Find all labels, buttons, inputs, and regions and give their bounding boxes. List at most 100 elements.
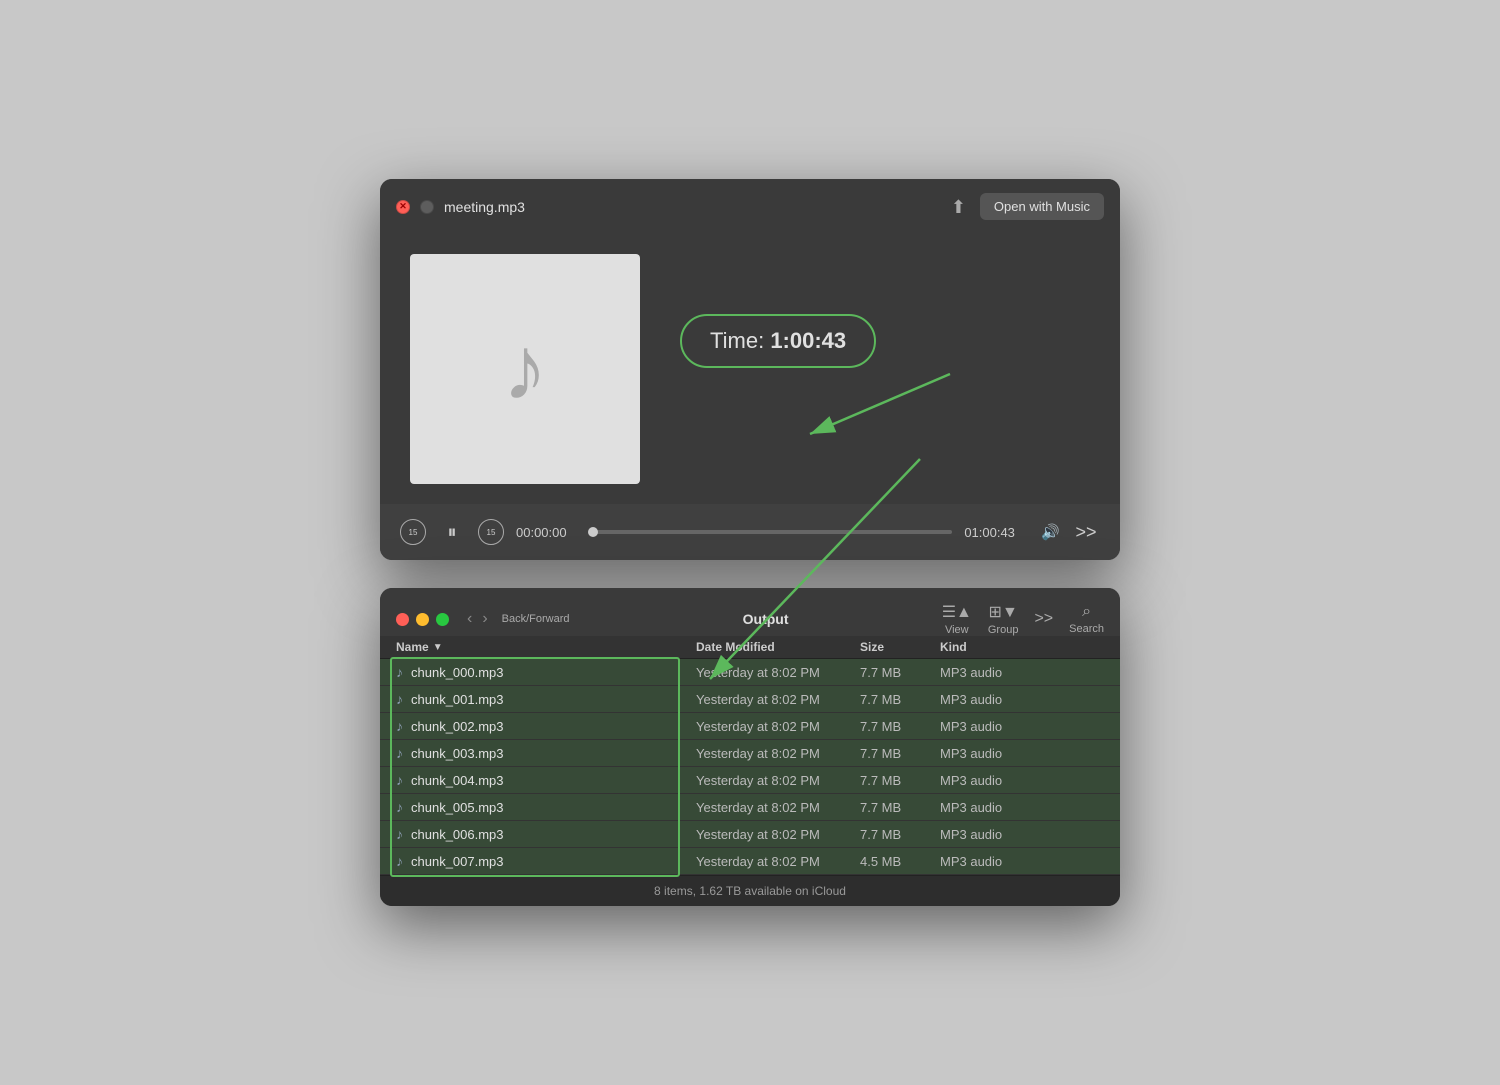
file-name: chunk_003.mp3 (411, 746, 504, 761)
file-icon: ♪ (396, 772, 403, 788)
table-row[interactable]: ♪ chunk_006.mp3 Yesterday at 8:02 PM 7.7… (380, 821, 1120, 848)
view-toggle[interactable]: ☰▲ View (942, 602, 972, 636)
search-label: Search (1069, 623, 1104, 635)
sort-arrow: ▼ (433, 642, 443, 653)
col-header-size[interactable]: Size (860, 640, 940, 654)
file-icon: ♪ (396, 745, 403, 761)
close-button-finder[interactable] (396, 613, 409, 626)
volume-icon[interactable]: 🔊 (1041, 523, 1060, 541)
file-date: Yesterday at 8:02 PM (696, 692, 860, 707)
file-list-wrapper: ♪ chunk_000.mp3 Yesterday at 8:02 PM 7.7… (380, 659, 1120, 875)
minimize-button[interactable] (420, 200, 434, 214)
file-kind: MP3 audio (940, 773, 1104, 788)
pause-icon: ⏸ (448, 522, 457, 543)
file-date: Yesterday at 8:02 PM (696, 854, 860, 869)
group-toggle[interactable]: ⊞▼ Group (988, 602, 1019, 636)
file-icon: ♪ (396, 718, 403, 734)
window-title: meeting.mp3 (444, 199, 525, 215)
table-row[interactable]: ♪ chunk_000.mp3 Yesterday at 8:02 PM 7.7… (380, 659, 1120, 686)
file-kind: MP3 audio (940, 800, 1104, 815)
file-name-cell: ♪ chunk_004.mp3 (396, 772, 696, 788)
table-row[interactable]: ♪ chunk_007.mp3 Yesterday at 8:02 PM 4.5… (380, 848, 1120, 875)
table-row[interactable]: ♪ chunk_005.mp3 Yesterday at 8:02 PM 7.7… (380, 794, 1120, 821)
time-display-area: Time: 1:00:43 (680, 254, 876, 368)
file-name-cell: ♪ chunk_003.mp3 (396, 745, 696, 761)
list-icon: ☰▲ (942, 602, 972, 622)
finder-window: ‹ › Back/Forward Output ☰▲ View ⊞▼ Group… (380, 588, 1120, 906)
col-header-kind[interactable]: Kind (940, 640, 1104, 654)
col-header-date[interactable]: Date Modified (696, 640, 860, 654)
file-icon: ♪ (396, 691, 403, 707)
group-label: Group (988, 624, 1019, 636)
chevron-right-icon: >> (1075, 522, 1096, 543)
open-with-music-button[interactable]: Open with Music (980, 193, 1104, 220)
file-date: Yesterday at 8:02 PM (696, 827, 860, 842)
file-icon: ♪ (396, 826, 403, 842)
action-icon: >> (1034, 610, 1053, 628)
group-icon: ⊞▼ (989, 602, 1018, 622)
file-name: chunk_004.mp3 (411, 773, 504, 788)
progress-handle[interactable] (588, 527, 598, 537)
file-name-cell: ♪ chunk_000.mp3 (396, 664, 696, 680)
file-size: 7.7 MB (860, 800, 940, 815)
file-kind: MP3 audio (940, 854, 1104, 869)
file-name: chunk_006.mp3 (411, 827, 504, 842)
table-row[interactable]: ♪ chunk_002.mp3 Yesterday at 8:02 PM 7.7… (380, 713, 1120, 740)
file-date: Yesterday at 8:02 PM (696, 773, 860, 788)
table-row[interactable]: ♪ chunk_004.mp3 Yesterday at 8:02 PM 7.7… (380, 767, 1120, 794)
close-button[interactable]: ✕ (396, 200, 410, 214)
table-row[interactable]: ♪ chunk_001.mp3 Yesterday at 8:02 PM 7.7… (380, 686, 1120, 713)
more-options-button[interactable]: >> (1072, 518, 1100, 546)
file-kind: MP3 audio (940, 827, 1104, 842)
back-button[interactable]: ‹ (463, 608, 476, 630)
file-date: Yesterday at 8:02 PM (696, 665, 860, 680)
file-date: Yesterday at 8:02 PM (696, 800, 860, 815)
search-button[interactable]: ⌕ Search (1069, 603, 1104, 635)
skip-forward-button[interactable] (478, 519, 504, 545)
file-date: Yesterday at 8:02 PM (696, 719, 860, 734)
file-name: chunk_002.mp3 (411, 719, 504, 734)
progress-bar[interactable] (593, 530, 952, 534)
file-kind: MP3 audio (940, 692, 1104, 707)
file-size: 7.7 MB (860, 773, 940, 788)
share-button[interactable]: ⬆ (951, 198, 966, 216)
finder-titlebar: ‹ › Back/Forward Output ☰▲ View ⊞▼ Group… (380, 588, 1120, 636)
column-headers: Name ▼ Date Modified Size Kind (380, 636, 1120, 659)
back-forward-label: Back/Forward (502, 613, 570, 625)
forward-button[interactable]: › (478, 608, 491, 630)
file-name: chunk_007.mp3 (411, 854, 504, 869)
maximize-button-finder[interactable] (436, 613, 449, 626)
file-size: 7.7 MB (860, 692, 940, 707)
player-titlebar: ✕ meeting.mp3 ⬆ Open with Music (380, 179, 1120, 234)
file-name: chunk_005.mp3 (411, 800, 504, 815)
traffic-lights (396, 613, 449, 626)
file-name-cell: ♪ chunk_001.mp3 (396, 691, 696, 707)
status-bar: 8 items, 1.62 TB available on iCloud (380, 875, 1120, 906)
player-controls: ⏸ 00:00:00 01:00:43 🔊 >> (380, 504, 1120, 560)
col-header-name[interactable]: Name ▼ (396, 640, 696, 654)
finder-toolbar-right: ☰▲ View ⊞▼ Group >> ⌕ Search (942, 602, 1104, 636)
total-time: 01:00:43 (964, 525, 1029, 540)
titlebar-right: ⬆ Open with Music (951, 193, 1104, 220)
music-note-icon: ♪ (503, 318, 548, 421)
file-name: chunk_001.mp3 (411, 692, 504, 707)
file-name: chunk_000.mp3 (411, 665, 504, 680)
search-icon: ⌕ (1082, 603, 1091, 621)
album-art: ♪ (410, 254, 640, 484)
file-date: Yesterday at 8:02 PM (696, 746, 860, 761)
pause-button[interactable]: ⏸ (438, 518, 466, 546)
file-size: 7.7 MB (860, 719, 940, 734)
time-display: Time: 1:00:43 (680, 314, 876, 368)
file-name-cell: ♪ chunk_006.mp3 (396, 826, 696, 842)
skip-back-button[interactable] (400, 519, 426, 545)
current-time: 00:00:00 (516, 525, 581, 540)
minimize-button-finder[interactable] (416, 613, 429, 626)
file-name-cell: ♪ chunk_007.mp3 (396, 853, 696, 869)
file-kind: MP3 audio (940, 665, 1104, 680)
file-kind: MP3 audio (940, 719, 1104, 734)
player-content: ♪ Time: 1:00:43 (380, 234, 1120, 484)
action-button[interactable]: >> (1034, 610, 1053, 628)
file-list: ♪ chunk_000.mp3 Yesterday at 8:02 PM 7.7… (380, 659, 1120, 875)
table-row[interactable]: ♪ chunk_003.mp3 Yesterday at 8:02 PM 7.7… (380, 740, 1120, 767)
time-label: Time: (710, 328, 764, 353)
